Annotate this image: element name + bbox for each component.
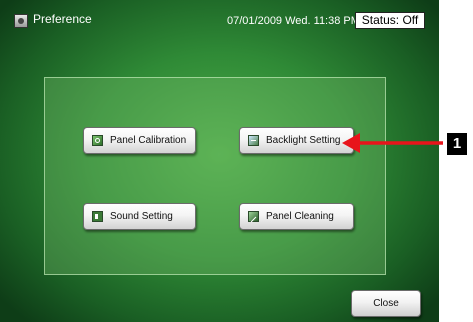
backlight-setting-button[interactable]: Backlight Setting	[239, 127, 354, 154]
preference-icon	[14, 14, 28, 28]
callout-number: 1	[447, 133, 467, 155]
sound-setting-button[interactable]: Sound Setting	[83, 203, 196, 230]
backlight-setting-label: Backlight Setting	[266, 135, 341, 146]
panel-calibration-button[interactable]: Panel Calibration	[83, 127, 196, 154]
sound-setting-label: Sound Setting	[110, 211, 173, 222]
panel-cleaning-label: Panel Cleaning	[266, 211, 334, 222]
status-badge: Status: Off	[355, 12, 425, 29]
window-title: Preference	[33, 12, 92, 26]
preference-screen: Preference 07/01/2009 Wed. 11:38 PM Stat…	[0, 0, 439, 322]
title-bar: Preference 07/01/2009 Wed. 11:38 PM Stat…	[0, 0, 439, 40]
speaker-icon	[92, 211, 103, 222]
callout-arrow	[342, 133, 443, 153]
close-button[interactable]: Close	[351, 290, 421, 317]
panel-cleaning-button[interactable]: Panel Cleaning	[239, 203, 354, 230]
date-time: 07/01/2009 Wed. 11:38 PM	[227, 15, 360, 27]
settings-panel: Panel Calibration Backlight Setting Soun…	[44, 77, 386, 275]
panel-calibration-label: Panel Calibration	[110, 135, 187, 146]
cleaning-icon	[248, 211, 259, 222]
backlight-icon	[248, 135, 259, 146]
calibration-icon	[92, 135, 103, 146]
